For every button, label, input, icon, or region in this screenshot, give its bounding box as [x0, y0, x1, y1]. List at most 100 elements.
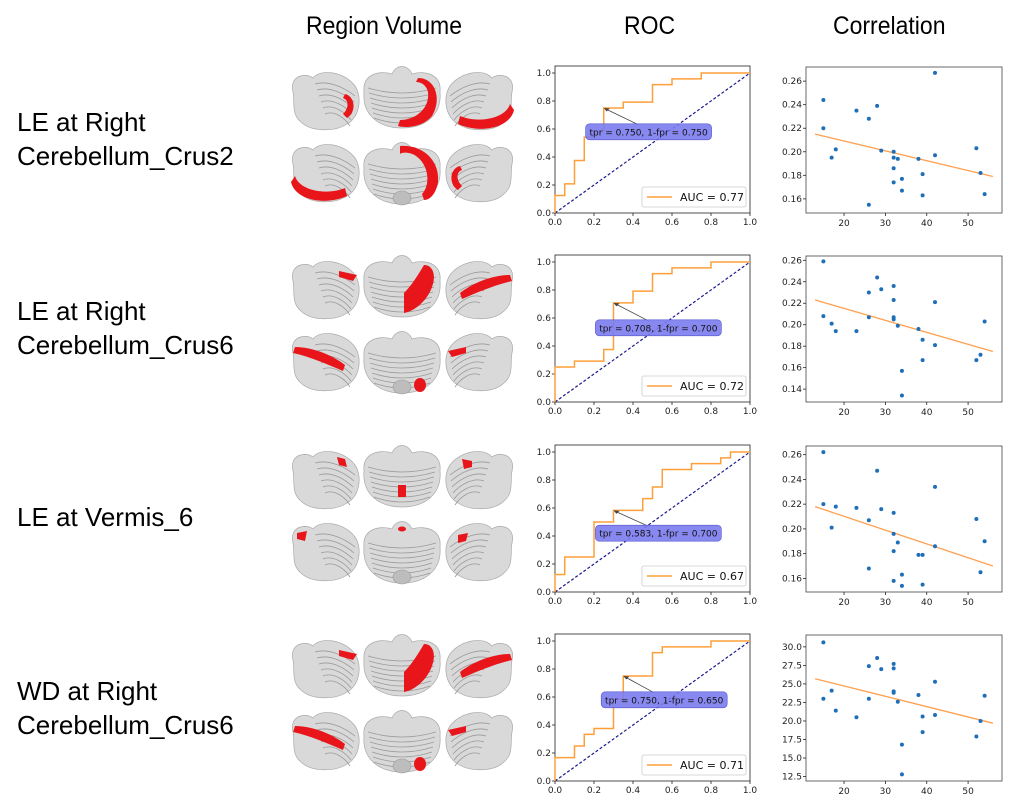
scatter-point [875, 103, 880, 108]
scatter-point [978, 570, 983, 575]
scatter-point [920, 172, 925, 177]
y-tick-label: 0.20 [782, 525, 802, 535]
scatter-point [875, 275, 880, 280]
y-tick-label: 0.4 [537, 721, 552, 731]
x-tick-label: 50 [962, 787, 974, 797]
scatter-point [920, 358, 925, 363]
view-center-bottom [363, 521, 441, 585]
x-tick-label: 1.0 [743, 597, 758, 607]
scatter-point [899, 393, 904, 398]
region-volume-render-1 [291, 66, 514, 206]
scatter-point [895, 540, 900, 545]
annotation-text: tpr = 0.750, 1-fpr = 0.650 [605, 696, 724, 706]
scatter-point [891, 166, 896, 171]
x-tick-label: 0.6 [665, 407, 680, 417]
row-label-line1: LE at Vermis_6 [17, 502, 194, 532]
y-tick-label: 1.0 [537, 448, 552, 458]
scatter-point [891, 155, 896, 160]
row-label-line2: Cerebellum_Crus6 [17, 330, 234, 360]
scatter-point [891, 317, 896, 322]
scatter-point [899, 188, 904, 193]
x-tick-label: 20 [838, 219, 850, 229]
highlight-region [414, 757, 426, 771]
x-tick-label: 0.8 [704, 786, 719, 796]
y-tick-label: 15.0 [782, 754, 802, 764]
row-label-4: WD at Right Cerebellum_Crus6 [17, 674, 234, 742]
scatter-point [829, 688, 834, 693]
y-tick-label: 0.6 [537, 504, 552, 514]
y-tick-label: 0.6 [537, 314, 552, 324]
scatter-point [982, 693, 987, 698]
region-volume-render-3 [292, 445, 513, 585]
x-tick-label: 0.0 [548, 786, 563, 796]
header-roc: ROC [624, 12, 676, 40]
scatter-point [875, 655, 880, 660]
x-tick-label: 40 [921, 408, 933, 418]
scatter-point [895, 156, 900, 161]
scatter-point [933, 70, 938, 75]
x-tick-label: 0.2 [587, 597, 601, 607]
plot-frame [805, 634, 1003, 782]
view-center-top [363, 255, 441, 318]
correlation-chart-2: 20 30 40 50 0.14 0.16 0.18 0.20 0.22 0.24 0.26 [782, 255, 1003, 418]
highlight-region [414, 378, 426, 392]
y-tick-label: 0.8 [537, 665, 552, 675]
y-tick-label: 0.26 [782, 256, 802, 266]
y-tick-label: 1.0 [537, 258, 552, 268]
y-tick-label: 0.24 [782, 278, 802, 288]
scatter-point [829, 321, 834, 326]
view-left-top [292, 72, 360, 131]
scatter-point [891, 666, 896, 671]
y-tick-label: 0.18 [782, 171, 802, 181]
scatter-point [916, 552, 921, 557]
x-tick-label: 0.0 [548, 597, 563, 607]
view-right-bottom [445, 523, 513, 582]
y-tick-label: 0.2 [537, 749, 551, 759]
scatter-point [821, 126, 826, 131]
row-label-line2: Cerebellum_Crus2 [17, 141, 234, 171]
scatter-point [866, 116, 871, 121]
scatter-point [821, 696, 826, 701]
scatter-point [829, 155, 834, 160]
scatter-point [933, 713, 938, 718]
brainstem [392, 379, 412, 395]
header-correlation: Correlation [833, 12, 946, 40]
scatter-point [899, 176, 904, 181]
view-right-top [445, 640, 513, 699]
scatter-point [854, 108, 859, 113]
view-right-top [445, 451, 513, 510]
brainstem [392, 190, 412, 206]
y-tick-label: 0.8 [537, 476, 552, 486]
y-tick-label: 0.0 [537, 777, 552, 787]
x-tick-label: 20 [838, 787, 850, 797]
y-tick-label: 0.2 [537, 181, 551, 191]
legend-label: AUC = 0.72 [680, 380, 744, 393]
view-right-bottom [445, 144, 513, 203]
y-tick-label: 0.26 [782, 451, 802, 461]
x-tick-label: 30 [880, 598, 892, 608]
view-center-bottom [363, 710, 441, 774]
scatter-point [978, 352, 983, 357]
scatter-point [854, 329, 859, 334]
scatter-point [933, 153, 938, 158]
legend-label: AUC = 0.77 [680, 191, 744, 204]
plot-frame [805, 255, 1003, 403]
scatter-point [879, 507, 884, 512]
x-tick-label: 50 [962, 408, 974, 418]
row-label-3: LE at Vermis_6 [17, 500, 193, 534]
scatter-point [916, 693, 921, 698]
scatter-point [920, 582, 925, 587]
y-tick-label: 0.22 [782, 299, 802, 309]
x-tick-label: 0.4 [626, 407, 641, 417]
view-right-bottom [445, 333, 513, 392]
y-tick-label: 25.0 [782, 680, 802, 690]
plot-frame [805, 445, 1003, 593]
plot-frame [805, 66, 1003, 214]
scatter-point [899, 742, 904, 747]
scatter-point [879, 148, 884, 153]
x-tick-label: 0.4 [626, 786, 641, 796]
scatter-point [974, 358, 979, 363]
scatter-point [821, 640, 826, 645]
y-tick-label: 0.0 [537, 398, 552, 408]
y-tick-label: 0.2 [537, 370, 551, 380]
